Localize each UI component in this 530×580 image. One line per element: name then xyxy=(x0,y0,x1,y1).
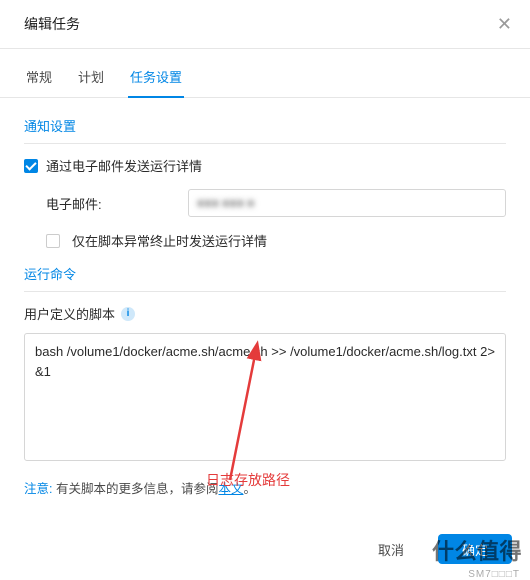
send-email-checkbox[interactable] xyxy=(24,159,38,173)
tab-general[interactable]: 常规 xyxy=(24,61,54,97)
email-label: 电子邮件: xyxy=(46,194,176,213)
run-section-title: 运行命令 xyxy=(24,264,506,292)
close-icon[interactable]: ✕ xyxy=(497,15,512,33)
tab-schedule[interactable]: 计划 xyxy=(76,61,106,97)
send-email-label: 通过电子邮件发送运行详情 xyxy=(46,156,202,175)
tab-task-settings[interactable]: 任务设置 xyxy=(128,61,184,98)
ok-button[interactable]: 确定 xyxy=(438,534,512,564)
abnormal-only-label: 仅在脚本异常终止时发送运行详情 xyxy=(72,231,267,250)
notify-section-title: 通知设置 xyxy=(24,116,506,144)
email-field[interactable]: ■■■ ■■■ ■ xyxy=(188,189,506,217)
dialog-title: 编辑任务 xyxy=(24,14,80,34)
script-input[interactable] xyxy=(24,333,506,461)
info-icon[interactable]: i xyxy=(121,307,135,321)
abnormal-only-checkbox[interactable] xyxy=(46,234,60,248)
annotation-log-path: 日志存放路径 xyxy=(206,470,290,490)
script-label: 用户定义的脚本 xyxy=(24,304,115,323)
note-text: 有关脚本的更多信息，请参阅 xyxy=(56,482,219,496)
tabs: 常规 计划 任务设置 xyxy=(0,49,530,98)
cancel-button[interactable]: 取消 xyxy=(354,534,428,564)
note-label: 注意: xyxy=(24,482,52,496)
